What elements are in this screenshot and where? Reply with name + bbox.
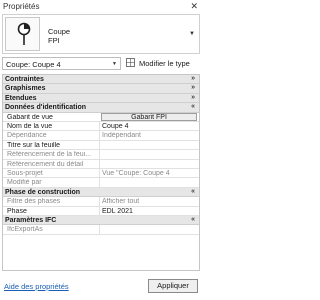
category-label: Phase de construction (5, 188, 81, 196)
prop-name: Référencement du détail (7, 160, 84, 168)
category-label: Paramètres IFC (5, 217, 57, 224)
edit-type-label: Modifier le type (139, 59, 190, 68)
category-label: Données d'identification (5, 104, 87, 112)
prop-name: Nom de la vue (7, 123, 53, 130)
category-phase[interactable]: Phase de construction « (3, 187, 199, 198)
view-instance-select[interactable]: Coupe: Coupe 4 ▼ (2, 57, 121, 70)
prop-row-filtre: Filtre des phases Afficher tout (3, 197, 199, 207)
view-name-field[interactable]: Coupe 4 (102, 123, 196, 130)
view-template-button[interactable]: Gabarit FPI (101, 112, 197, 122)
expand-chevron-icon[interactable]: » (191, 75, 195, 82)
prop-name: Titre sur la feuille (7, 141, 61, 149)
type-selector[interactable]: Coupe FPI ▼ (2, 14, 200, 54)
close-icon[interactable]: ✕ (190, 1, 198, 12)
prop-row-ref-feuille: Référencement de la feui... (3, 150, 199, 160)
type-family: Coupe (48, 27, 71, 36)
collapse-chevron-icon[interactable]: « (191, 216, 195, 223)
category-label: Contraintes (5, 76, 44, 83)
apply-button[interactable]: Appliquer (148, 279, 198, 293)
prop-name: Sous-projet (7, 170, 43, 177)
edit-type-icon (126, 58, 135, 67)
category-label: Graphismes (5, 85, 46, 93)
instance-filter-row: Coupe: Coupe 4 ▼ Modifier le type (2, 57, 200, 71)
category-graphismes[interactable]: Graphismes » (3, 84, 199, 94)
dependency-value: Indépendant (102, 132, 141, 140)
title-bar: Propriétés ✕ (0, 0, 202, 13)
view-instance-value: Coupe: Coupe 4 (6, 60, 61, 69)
prop-name: Modifié par (7, 179, 42, 187)
expand-chevron-icon[interactable]: » (191, 84, 195, 91)
section-view-icon (5, 17, 40, 51)
collapse-chevron-icon[interactable]: « (191, 188, 195, 195)
properties-help-link[interactable]: Aide des propriétés (4, 282, 69, 291)
expand-chevron-icon[interactable]: » (191, 94, 195, 101)
chevron-down-icon[interactable]: ▼ (189, 31, 195, 37)
prop-name: IfcExportAs (7, 226, 43, 234)
prop-name: Phase (7, 207, 27, 215)
prop-name: Référencement de la feui... (7, 151, 92, 159)
category-label: Etendues (5, 94, 37, 102)
window-title: Propriétés (3, 2, 40, 11)
category-ifc[interactable]: Paramètres IFC « (3, 216, 199, 226)
prop-name: Dépendance (7, 132, 47, 140)
collapse-chevron-icon[interactable]: « (191, 103, 195, 110)
properties-grid: Contraintes » Graphismes » Etendues » Do… (2, 74, 200, 271)
prop-name: Filtre des phases (7, 198, 61, 206)
prop-row-gabarit: Gabarit de vue Gabarit FPI (3, 112, 199, 122)
workset-value: Vue "Coupe: Coupe 4 (102, 170, 170, 177)
phase-filter-value: Afficher tout (102, 198, 140, 206)
phase-select[interactable]: EDL 2021 (102, 208, 196, 215)
category-donnees[interactable]: Données d'identification « (3, 103, 199, 113)
prop-row-modifie-par: Modifié par (3, 178, 199, 188)
prop-row-phase: Phase EDL 2021 (3, 206, 199, 216)
prop-row-ifc-export: IfcExportAs (3, 225, 199, 235)
prop-row-ref-detail: Référencement du détail (3, 159, 199, 169)
prop-row-titre: Titre sur la feuille (3, 140, 199, 151)
prop-row-dependance: Dépendance Indépendant (3, 131, 199, 141)
prop-name: Gabarit de vue (7, 113, 53, 121)
category-contraintes[interactable]: Contraintes » (3, 75, 199, 85)
edit-type-button[interactable]: Modifier le type (124, 57, 200, 70)
prop-row-nom: Nom de la vue Coupe 4 (3, 122, 199, 132)
category-etendues[interactable]: Etendues » (3, 93, 199, 104)
type-name: FPI (48, 36, 60, 45)
caret-down-icon: ▼ (112, 61, 117, 67)
prop-row-sous-projet: Sous-projet Vue "Coupe: Coupe 4 (3, 169, 199, 179)
